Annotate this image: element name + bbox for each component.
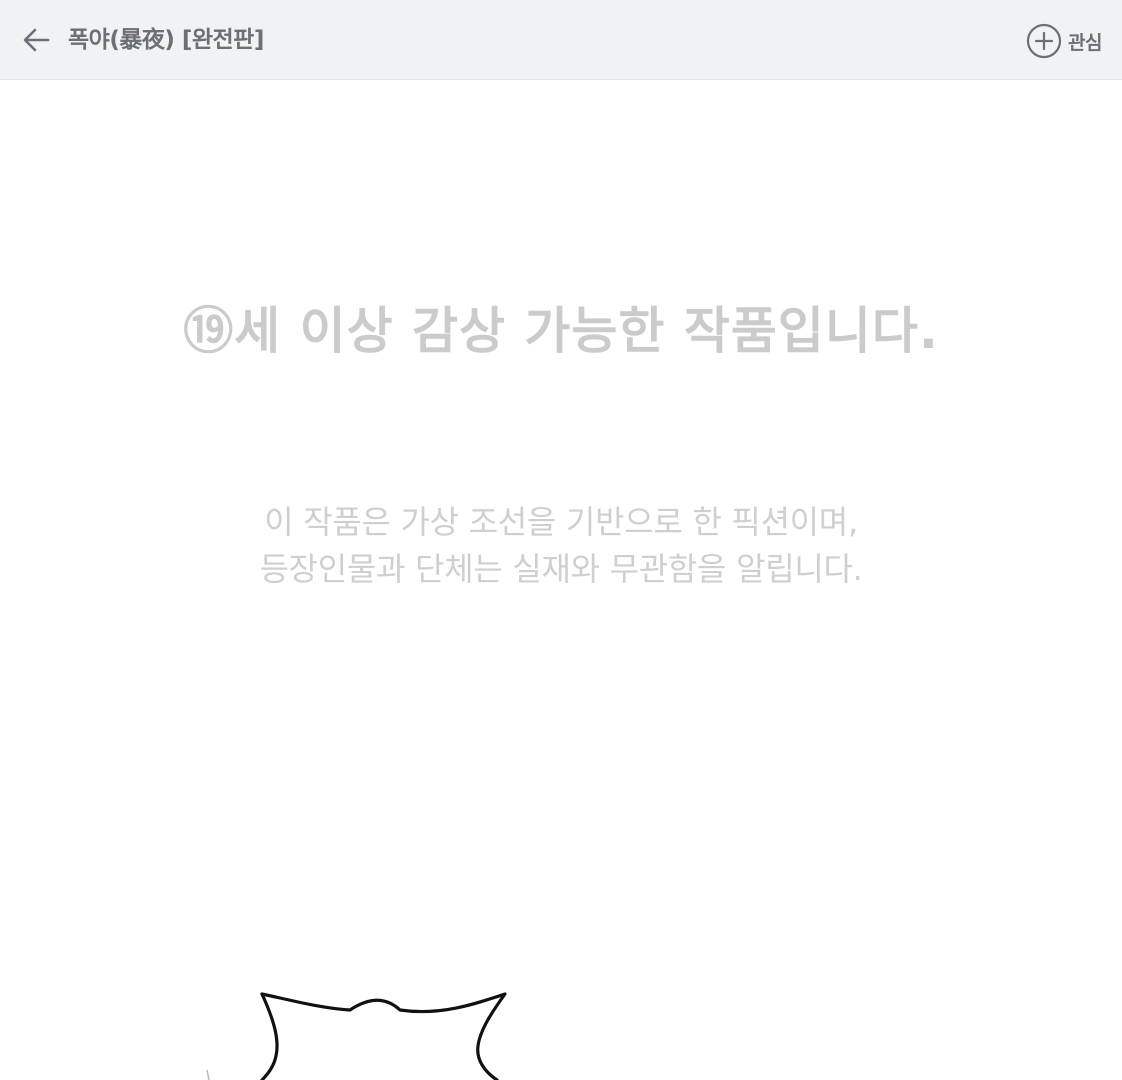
fiction-disclaimer: 이 작품은 가상 조선을 기반으로 한 픽션이며, 등장인물과 단체는 실재와 … bbox=[0, 499, 1122, 593]
episode-content[interactable]: ⑲세 이상 감상 가능한 작품입니다. 이 작품은 가상 조선을 기반으로 한 … bbox=[0, 81, 1122, 1080]
comic-panel-illustration bbox=[206, 992, 507, 1080]
top-navigation-bar: 폭야(暴夜) [완전판] 관심 bbox=[0, 0, 1122, 80]
page-title: 폭야(暴夜) [완전판] bbox=[68, 27, 264, 53]
disclaimer-line-1: 이 작품은 가상 조선을 기반으로 한 픽션이며, bbox=[264, 503, 858, 541]
interest-button[interactable]: 관심 bbox=[1026, 22, 1102, 60]
interest-label: 관심 bbox=[1068, 31, 1102, 54]
disclaimer-line-2: 등장인물과 단체는 실재와 무관함을 알립니다. bbox=[259, 550, 863, 588]
webtoon-viewer-page: 폭야(暴夜) [완전판] 관심 ⑲세 이상 감상 가능한 작품입니다. 이 작품… bbox=[0, 0, 1122, 1080]
arrow-left-icon bbox=[23, 28, 50, 52]
age-restriction-notice: ⑲세 이상 감상 가능한 작품입니다. bbox=[183, 302, 939, 360]
back-button[interactable] bbox=[16, 20, 56, 60]
plus-circle-icon bbox=[1026, 23, 1062, 59]
